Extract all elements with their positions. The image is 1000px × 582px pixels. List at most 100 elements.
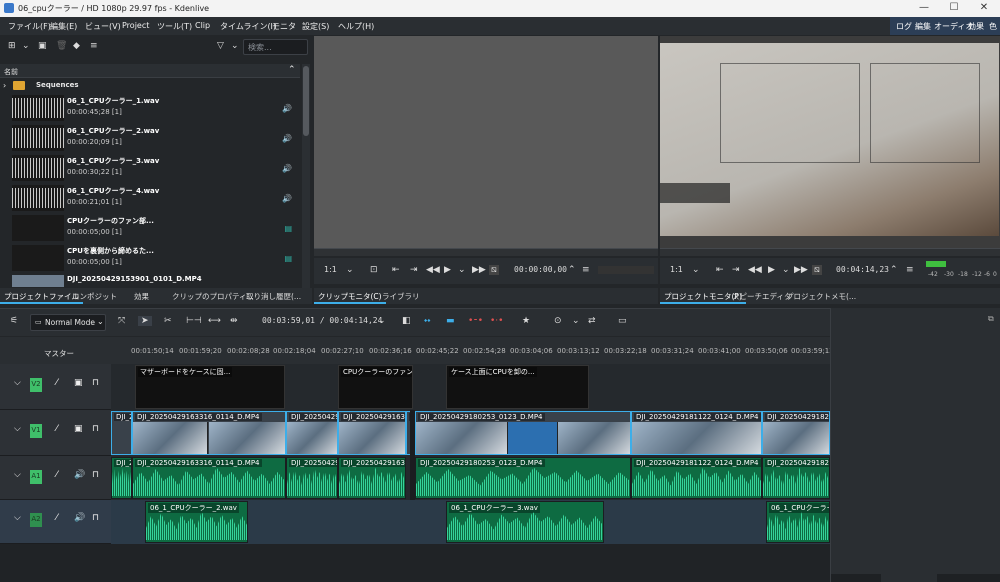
menu-timeline[interactable]: タイムライン(I) <box>220 21 276 32</box>
forward-icon[interactable]: ▶▶ <box>794 265 808 275</box>
clip-monitor-ruler[interactable] <box>314 248 658 256</box>
mode-select[interactable]: ▭ Normal Mode ⌄ <box>30 314 106 331</box>
audio-clip[interactable]: DJI_2 <box>111 457 132 499</box>
add-clip-icon[interactable]: ⊞ <box>8 41 16 51</box>
lock-icon[interactable]: ⊓ <box>92 378 99 388</box>
audio-clip[interactable]: 06_1_CPUクーラー_2.wav <box>145 501 248 543</box>
filter-icon[interactable]: ▽ <box>217 41 224 51</box>
set-in-icon[interactable]: ⇤ <box>392 265 400 275</box>
audio-clip[interactable]: DJI_2025042916370 <box>338 457 406 499</box>
mixer-icon[interactable]: ⇄ <box>588 316 596 326</box>
list-item[interactable]: 06_1_CPUクーラー_4.wav 00:00:21;01 [1] 🔊 <box>0 183 300 213</box>
audio-clip[interactable]: DJI_2025042916 <box>286 457 338 499</box>
spin-icon[interactable]: ⌃ <box>890 265 898 275</box>
clip-timecode[interactable]: 00:00:00,00 <box>514 265 567 274</box>
lift-icon[interactable]: •·• <box>490 316 503 326</box>
slip-tool-icon[interactable]: ⇹ <box>230 316 238 326</box>
float-panel-icon[interactable]: ⧉ <box>988 314 994 324</box>
set-out-icon[interactable]: ⇥ <box>410 265 418 275</box>
list-item[interactable]: 06_1_CPUクーラー_3.wav 00:00:30;22 [1] 🔊 <box>0 153 300 183</box>
lock-zone-icon[interactable]: ⤧ <box>118 316 125 326</box>
menu-icon[interactable]: ≡ <box>90 41 98 51</box>
track-name[interactable]: A2 <box>30 513 42 527</box>
menu-icon[interactable]: ≡ <box>906 265 914 275</box>
spin-icon[interactable]: ⌃ <box>568 265 576 275</box>
track-header-a2[interactable]: ⌵ A2 ⁄ 🔊 ⊓ <box>0 500 111 544</box>
track-settings-icon[interactable]: ⚟ <box>10 316 18 326</box>
insert-icon[interactable]: ⬩⬩ <box>424 316 430 326</box>
dock-tab[interactable] <box>937 574 1000 582</box>
list-item[interactable]: CPUクーラーのファン部... 00:00:05;00 [1] ▤ <box>0 213 300 243</box>
collapse-icon[interactable]: ⌵ <box>14 513 21 523</box>
tag-icon[interactable]: ◆ <box>73 41 80 51</box>
hide-video-icon[interactable]: ▣ <box>74 424 83 434</box>
chevron-down-icon[interactable]: ⌄ <box>782 265 790 275</box>
collapse-icon[interactable]: ⌵ <box>14 378 21 388</box>
lock-icon[interactable]: ⊓ <box>92 424 99 434</box>
menu-monitor[interactable]: モニタ <box>272 21 296 32</box>
menu-help[interactable]: ヘルプ(H) <box>338 21 374 32</box>
chevron-down-icon[interactable]: ⌄ <box>692 265 700 275</box>
collapse-icon[interactable]: ⌵ <box>14 470 21 480</box>
bin-search-input[interactable]: 検索... <box>243 39 308 55</box>
tab-effects[interactable]: 効果 <box>130 288 153 304</box>
timeline-clip[interactable]: DJI_20250429163316_0114_D.MP4 <box>132 411 286 455</box>
track-header-v2[interactable]: ⌵ V2 ⁄ ▣ ⊓ <box>0 364 111 410</box>
play-icon[interactable]: ▶ <box>444 265 451 275</box>
chevron-down-icon[interactable]: ⌄ <box>231 41 239 51</box>
delete-icon[interactable]: 🗑 <box>56 41 67 51</box>
timeline-clip[interactable]: DJI_2025042916370 <box>338 411 406 455</box>
timeline-ruler[interactable]: 00:01:50;14 00:01:59;20 00:02:08;28 00:0… <box>111 337 834 364</box>
effects-icon[interactable]: ⁄ <box>56 378 58 388</box>
audio-clip[interactable]: DJI_20250429181122_0124_D.MP4 <box>631 457 762 499</box>
project-monitor-ruler[interactable] <box>660 248 1000 256</box>
rewind-icon[interactable]: ◀◀ <box>426 265 440 275</box>
record-icon[interactable]: ⊙ <box>554 316 562 326</box>
razor-tool-icon[interactable]: ✂ <box>164 316 172 326</box>
lock-icon[interactable]: ⊓ <box>92 513 99 523</box>
expand-arrow-icon[interactable]: › <box>3 81 6 90</box>
track-header-a1[interactable]: ⌵ A1 ⁄ 🔊 ⊓ <box>0 456 111 500</box>
menu-edit[interactable]: 編集(E) <box>50 21 77 32</box>
layout-editing[interactable]: 編集 <box>915 21 931 32</box>
timeline-timecode[interactable]: 00:03:59,01 / 00:04:14,24 <box>262 316 382 325</box>
list-item[interactable]: 06_1_CPUクーラー_2.wav 00:00:20;09 [1] 🔊 <box>0 123 300 153</box>
layout-logging[interactable]: ログ <box>896 21 912 32</box>
track-name[interactable]: A1 <box>30 470 42 484</box>
star-icon[interactable]: ★ <box>522 316 530 326</box>
chevron-down-icon[interactable]: ⌄ <box>346 265 354 275</box>
set-in-icon[interactable]: ⇤ <box>716 265 724 275</box>
ripple-tool-icon[interactable]: ⟷ <box>208 316 221 326</box>
list-item[interactable]: 06_1_CPUクーラー_1.wav 00:00:45;28 [1] 🔊 <box>0 93 300 123</box>
folder-row[interactable]: › Sequences <box>0 79 300 93</box>
rewind-icon[interactable]: ◀◀ <box>748 265 762 275</box>
composite-icon[interactable]: ◧ <box>402 316 411 326</box>
menu-view[interactable]: ビュー(V) <box>85 21 121 32</box>
mute-icon[interactable]: 🔊 <box>74 470 85 480</box>
timeline-clip[interactable]: CPUクーラーのファン部... <box>338 365 413 409</box>
tab-library[interactable]: ライブラリ <box>378 288 424 304</box>
bin-scrollbar[interactable] <box>302 64 310 288</box>
timeline-clip[interactable]: DJI_20250429181122_0124_D.MP4 <box>631 411 762 455</box>
zoom-select[interactable]: 1:1 <box>670 265 683 274</box>
master-header[interactable]: マスター <box>0 337 111 364</box>
chevron-down-icon[interactable]: ⌄ <box>378 316 386 326</box>
tab-undo-history[interactable]: 取り消し履歴(... <box>242 288 305 304</box>
timeline-clip[interactable]: DJI_2 <box>111 411 132 455</box>
effects-icon[interactable]: ⁄ <box>56 424 58 434</box>
timeline-clip[interactable]: ケース上面にCPUを卸の... <box>446 365 589 409</box>
chevron-down-icon[interactable]: ⌄ <box>458 265 466 275</box>
chevron-down-icon[interactable]: ⌄ <box>22 41 30 51</box>
audio-clip[interactable]: 06_1_CPUクーラー_4.w <box>766 501 830 543</box>
lock-icon[interactable]: ⊓ <box>92 470 99 480</box>
track-name[interactable]: V1 <box>30 424 42 438</box>
effects-icon[interactable]: ⁄ <box>56 513 58 523</box>
maximize-button[interactable]: ☐ <box>940 2 968 13</box>
collapse-icon[interactable]: ⌵ <box>14 424 21 434</box>
crop-icon[interactable]: ⧅ <box>812 265 822 275</box>
extract-icon[interactable]: •⁃• <box>468 316 483 326</box>
layout-effects[interactable]: 効果 <box>968 21 984 32</box>
audio-clip[interactable]: DJI_20250429180253_0123_D.MP4 <box>415 457 631 499</box>
tab-compositions[interactable]: コンポジット <box>68 288 121 304</box>
project-timecode[interactable]: 00:04:14,23 <box>836 265 889 274</box>
